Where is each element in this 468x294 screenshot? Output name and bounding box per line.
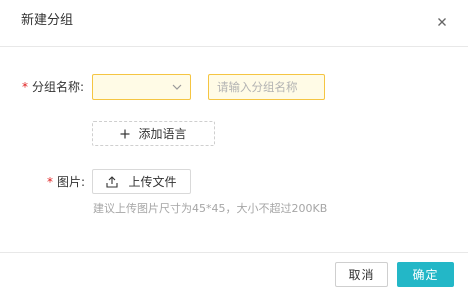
image-label: 图片: [57, 175, 86, 189]
upload-file-label: 上传文件 [128, 175, 177, 189]
image-label-row: * 图片: [47, 174, 85, 190]
dialog-title: 新建分组 [21, 13, 74, 28]
group-name-label: 分组名称: [32, 80, 85, 94]
cancel-button[interactable]: 取消 [335, 262, 388, 287]
plus-icon [120, 129, 130, 138]
add-language-label: 添加语言 [138, 127, 187, 141]
upload-icon [106, 175, 119, 188]
close-icon[interactable] [434, 14, 450, 30]
required-mark: * [47, 175, 53, 189]
group-name-label-row: * 分组名称: [22, 79, 84, 95]
required-mark: * [22, 80, 28, 94]
upload-file-button[interactable]: 上传文件 [92, 169, 191, 194]
confirm-button[interactable]: 确定 [397, 262, 454, 287]
chevron-down-icon [172, 84, 182, 90]
group-name-input[interactable] [208, 74, 325, 100]
new-group-dialog: 新建分组 * 分组名称: 添加语言 * 图片: [0, 0, 468, 294]
dialog-header: 新建分组 [0, 0, 468, 47]
add-language-button[interactable]: 添加语言 [92, 121, 215, 146]
upload-hint: 建议上传图片尺寸为45*45，大小不超过200KB [93, 202, 328, 215]
language-select[interactable] [92, 74, 191, 100]
